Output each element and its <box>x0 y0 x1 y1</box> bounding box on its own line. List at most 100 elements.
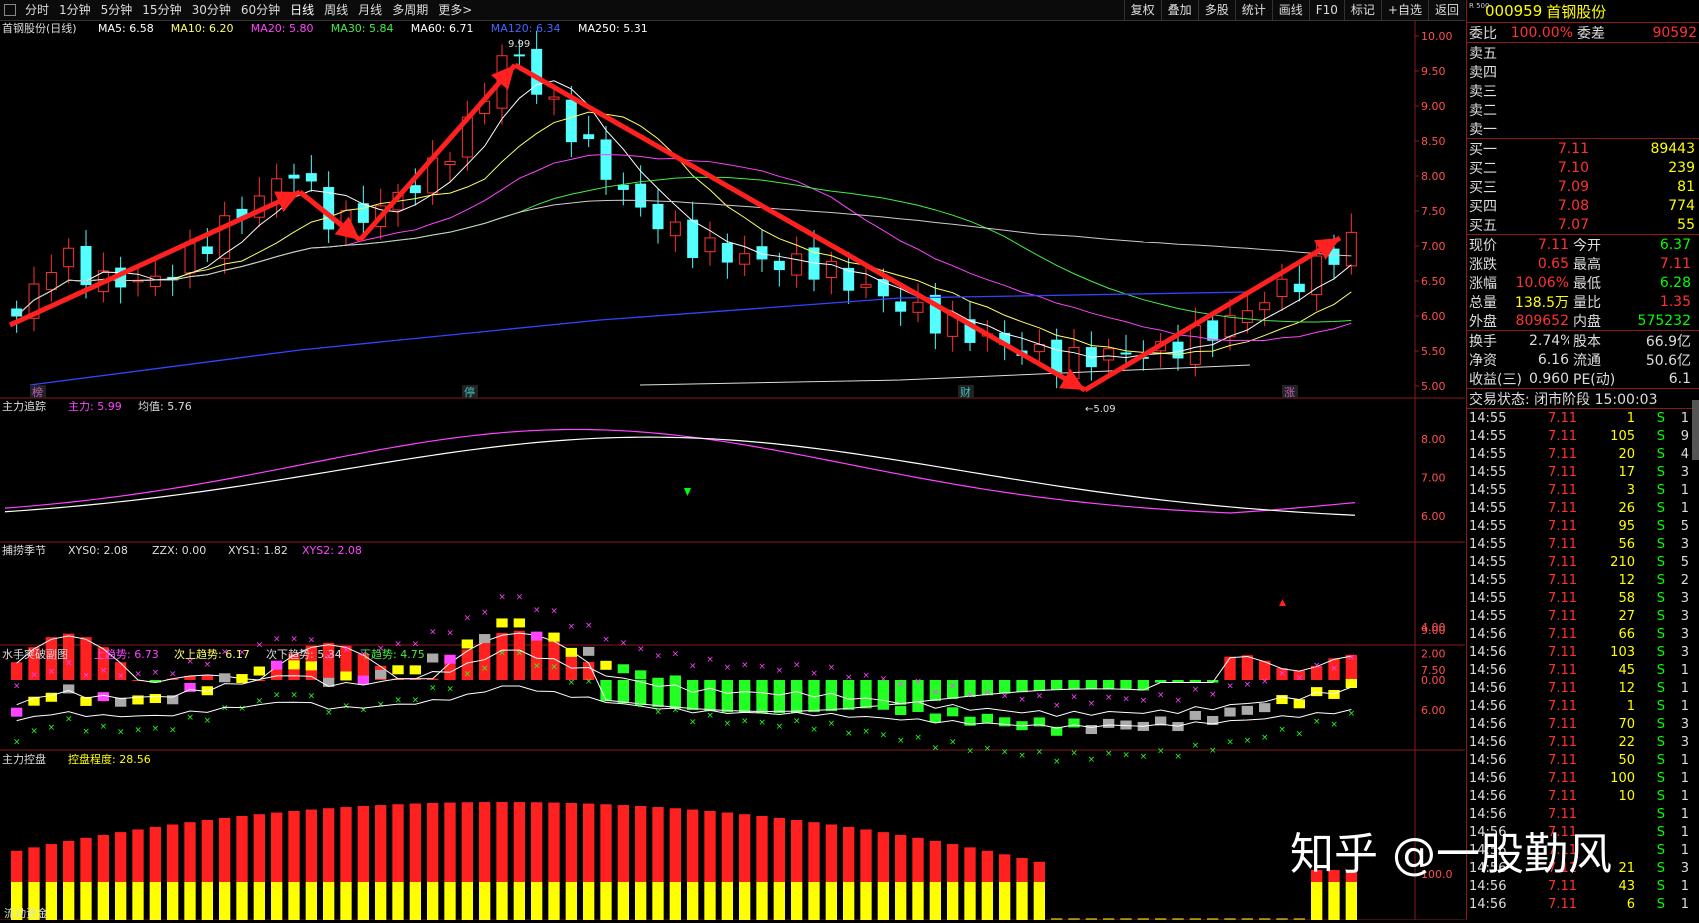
period-tab-7[interactable]: 周线 <box>319 0 353 20</box>
tick-volume: 50 <box>1618 752 1635 768</box>
kline-chart-svg[interactable]: 10.00 9.50 9.00 8.50 8.00 7.50 7.00 6.50 6.00 5.5… <box>0 20 1465 921</box>
p2-sell-marker <box>684 488 691 496</box>
tool-button-0[interactable]: 复权 <box>1123 0 1161 20</box>
tick-row: 14:56 7.11 70 S 3 <box>1467 715 1699 733</box>
p5-red-bar <box>253 814 265 882</box>
p3-title: 捕捞季节 <box>2 543 46 557</box>
tick-side: S <box>1656 824 1665 840</box>
period-tab-3[interactable]: 15分钟 <box>137 0 186 20</box>
tick-side: S <box>1656 860 1665 876</box>
p4-bar <box>288 660 300 670</box>
candle-body <box>288 174 300 179</box>
stat-row: 涨幅 10.06% 最低 6.28 <box>1467 273 1699 292</box>
p3-bars <box>11 630 1357 714</box>
tick-volume: 12 <box>1618 680 1635 696</box>
menu-square-icon[interactable] <box>4 4 16 16</box>
tick-row: 14:56 7.11 50 S 1 <box>1467 751 1699 769</box>
p5-yellow-bar <box>791 882 803 920</box>
p5-yellow-bar <box>409 882 421 920</box>
ma-legend-6: MA250: 5.31 <box>578 22 648 35</box>
tick-price: 7.11 <box>1548 500 1577 516</box>
p4-lower-mark: × <box>966 747 974 757</box>
p5-red-bar <box>357 805 369 882</box>
tool-button-1[interactable]: 叠加 <box>1160 0 1198 20</box>
ma-legend-4: MA60: 6.71 <box>411 22 474 35</box>
tool-button-7[interactable]: +自选 <box>1380 0 1428 20</box>
period-tab-6[interactable]: 日线 <box>285 0 319 20</box>
stat-row: 现价 7.11 今开 6.37 <box>1467 235 1699 254</box>
tick-row: 14:55 7.11 12 S 2 <box>1467 571 1699 589</box>
period-tab-8[interactable]: 月线 <box>353 0 387 20</box>
period-tab-10[interactable]: 更多> <box>433 0 477 20</box>
period-tab-4[interactable]: 30分钟 <box>187 0 236 20</box>
p4-bar <box>877 700 889 710</box>
p5-yellow-bar <box>97 882 109 920</box>
bid-label: 买五 <box>1469 217 1497 234</box>
p4-lower-mark: × <box>1192 741 1200 751</box>
p5-yellow-bar <box>825 882 837 920</box>
high-price-label: 9.99 <box>508 39 530 50</box>
tick-row: 14:55 7.11 17 S 3 <box>1467 463 1699 481</box>
p4-bar <box>531 631 543 641</box>
tool-button-3[interactable]: 统计 <box>1234 0 1272 20</box>
p4-upper-mark: × <box>1070 692 1078 702</box>
tool-button-8[interactable]: 返回 <box>1427 0 1465 20</box>
tick-count: 1 <box>1680 806 1689 822</box>
p4-upper-mark: × <box>1296 673 1304 683</box>
p4-bar <box>791 686 803 696</box>
tool-button-6[interactable]: 标记 <box>1343 0 1381 20</box>
tick-scrollbar[interactable] <box>1692 400 1699 460</box>
tick-volume: 12 <box>1618 572 1635 588</box>
p5-yellow-bar <box>132 882 144 920</box>
tick-time: 14:55 <box>1469 554 1507 570</box>
p4-upper-mark: × <box>152 668 160 678</box>
tick-volume: 66 <box>1618 626 1635 642</box>
p5-yellow-bar <box>271 882 283 920</box>
tick-price: 7.11 <box>1548 752 1577 768</box>
tick-row: 14:56 7.11 6 S 1 <box>1467 895 1699 913</box>
p4-bar <box>392 665 404 675</box>
p4-upper-mark: × <box>949 681 957 691</box>
p4-bar <box>1120 720 1132 730</box>
p4-upper-mark: × <box>498 592 506 602</box>
period-tab-0[interactable]: 分时 <box>20 0 54 20</box>
tick-volume: 26 <box>1618 500 1635 516</box>
tick-count: 1 <box>1680 662 1689 678</box>
y-tick-label: 10.00 <box>1421 30 1453 43</box>
candle-body <box>912 301 924 313</box>
p5-yellow-bar <box>461 882 473 920</box>
p5-red-bar <box>461 802 473 882</box>
event-badge: 涨 <box>1284 386 1295 399</box>
p4-bar <box>479 634 491 644</box>
ask-label: 卖五 <box>1469 45 1497 62</box>
p4-upper-mark: × <box>672 649 680 659</box>
period-tab-9[interactable]: 多周期 <box>387 0 433 20</box>
stat-label: 最低 <box>1573 275 1601 292</box>
p4-upper-mark: × <box>1122 695 1130 705</box>
p4-lower-mark: × <box>585 677 593 687</box>
tick-side: S <box>1656 500 1665 516</box>
p4-upper-mark: × <box>776 666 784 676</box>
tool-button-2[interactable]: 多股 <box>1197 0 1235 20</box>
p5-yellow-bar <box>444 882 456 920</box>
bid-label: 买一 <box>1469 141 1497 158</box>
ask-label: 卖四 <box>1469 64 1497 81</box>
p3-bar <box>11 662 23 680</box>
tool-button-5[interactable]: F10 <box>1308 0 1344 20</box>
p4-lower-mark: × <box>290 690 298 700</box>
tick-count: 3 <box>1680 464 1689 480</box>
period-tab-2[interactable]: 5分钟 <box>96 0 138 20</box>
p5-red-bar <box>288 810 300 882</box>
tick-side: S <box>1656 806 1665 822</box>
period-tab-1[interactable]: 1分钟 <box>54 0 96 20</box>
bid-row: 买四 7.08 774 <box>1467 196 1699 215</box>
tick-count: 2 <box>1680 572 1689 588</box>
tool-button-4[interactable]: 画线 <box>1271 0 1309 20</box>
candle-body <box>860 284 872 288</box>
p4-lower-mark: × <box>741 716 749 726</box>
p5-red-bar <box>843 826 855 882</box>
ma-line-60 <box>16 199 1352 317</box>
period-tab-5[interactable]: 60分钟 <box>236 0 285 20</box>
p5-red-bar <box>427 802 439 882</box>
ask-list: 卖五 卖四 卖三 卖二 卖一 <box>1467 43 1699 139</box>
